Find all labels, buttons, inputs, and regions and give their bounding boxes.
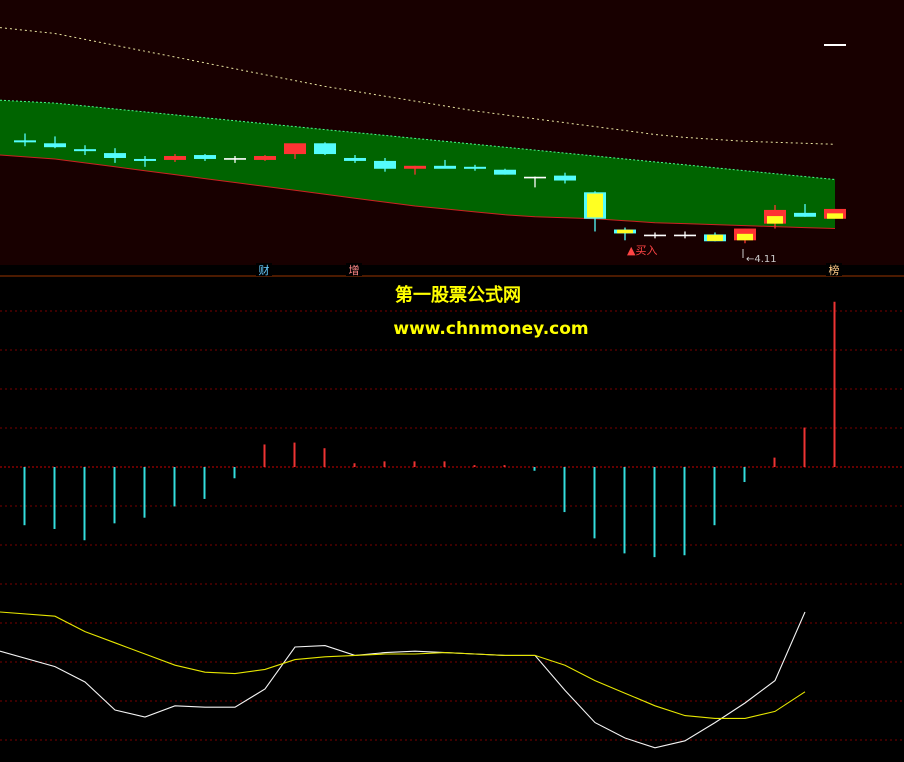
histogram-bar: [563, 467, 566, 513]
candle-body: [374, 160, 396, 169]
candle-body: [74, 149, 96, 152]
event-tag-label: 增: [349, 263, 360, 277]
candle-body: [794, 212, 816, 217]
watermark-title: 第一股票公式网: [395, 284, 521, 306]
candle-body: [104, 153, 126, 158]
candle: [314, 142, 336, 156]
histogram-bar: [203, 467, 206, 499]
event-tag-label: 财: [259, 263, 270, 277]
buy-signal-label: ▲买入: [627, 244, 657, 257]
histogram-bar: [83, 467, 86, 541]
histogram-bar: [503, 465, 506, 467]
histogram-bar: [353, 463, 356, 467]
histogram-bar: [293, 442, 296, 467]
candle-body: [194, 155, 216, 159]
candle: [824, 208, 846, 219]
histogram-bar: [653, 467, 656, 558]
stock-chart: ▲买入 ←4.11 财 增 榜 第一股票公式网 www.chnmoney.com: [0, 0, 904, 762]
candle-highlight: [737, 233, 753, 241]
histogram-bar: [443, 461, 446, 467]
watermark-url: www.chnmoney.com: [393, 319, 588, 339]
histogram-bar: [623, 467, 626, 554]
candle-body: [164, 156, 186, 160]
event-tag-label: 榜: [829, 263, 840, 277]
candle-body: [344, 157, 366, 161]
candle-body: [254, 156, 276, 160]
histogram-bar: [533, 467, 536, 471]
histogram-bar: [323, 448, 326, 467]
histogram-bar: [53, 467, 56, 529]
histogram-bar: [773, 457, 776, 467]
price-low-label: ←4.11: [746, 254, 777, 265]
candle-highlight: [707, 234, 723, 241]
candle-body: [134, 158, 156, 161]
histogram-bar: [173, 467, 176, 507]
candle-highlight: [617, 229, 633, 234]
histogram-bar: [833, 301, 836, 467]
candle-body: [494, 169, 516, 175]
histogram-bar: [713, 467, 716, 526]
histogram-bar: [263, 444, 266, 467]
histogram-bar: [113, 467, 116, 524]
candle-highlight: [827, 213, 843, 219]
histogram-bar: [233, 467, 236, 479]
histogram-bar: [803, 427, 806, 467]
candle-body: [434, 165, 456, 169]
histogram-bar: [143, 467, 146, 518]
candle-body: [284, 143, 306, 155]
histogram-bar: [593, 467, 596, 539]
histogram-bar: [683, 467, 686, 556]
candle-highlight: [587, 193, 603, 218]
candle-highlight: [767, 216, 783, 224]
candle-body: [464, 166, 486, 169]
candle-body: [14, 140, 36, 143]
candle-body: [44, 143, 66, 148]
histogram-bar: [473, 465, 476, 467]
histogram-bar: [383, 461, 386, 467]
histogram-bar: [413, 461, 416, 467]
histogram-bar: [743, 467, 746, 483]
histogram-bar: [23, 467, 26, 526]
candle-body: [314, 143, 336, 155]
candle-body: [554, 175, 576, 181]
candle-body: [404, 165, 426, 169]
